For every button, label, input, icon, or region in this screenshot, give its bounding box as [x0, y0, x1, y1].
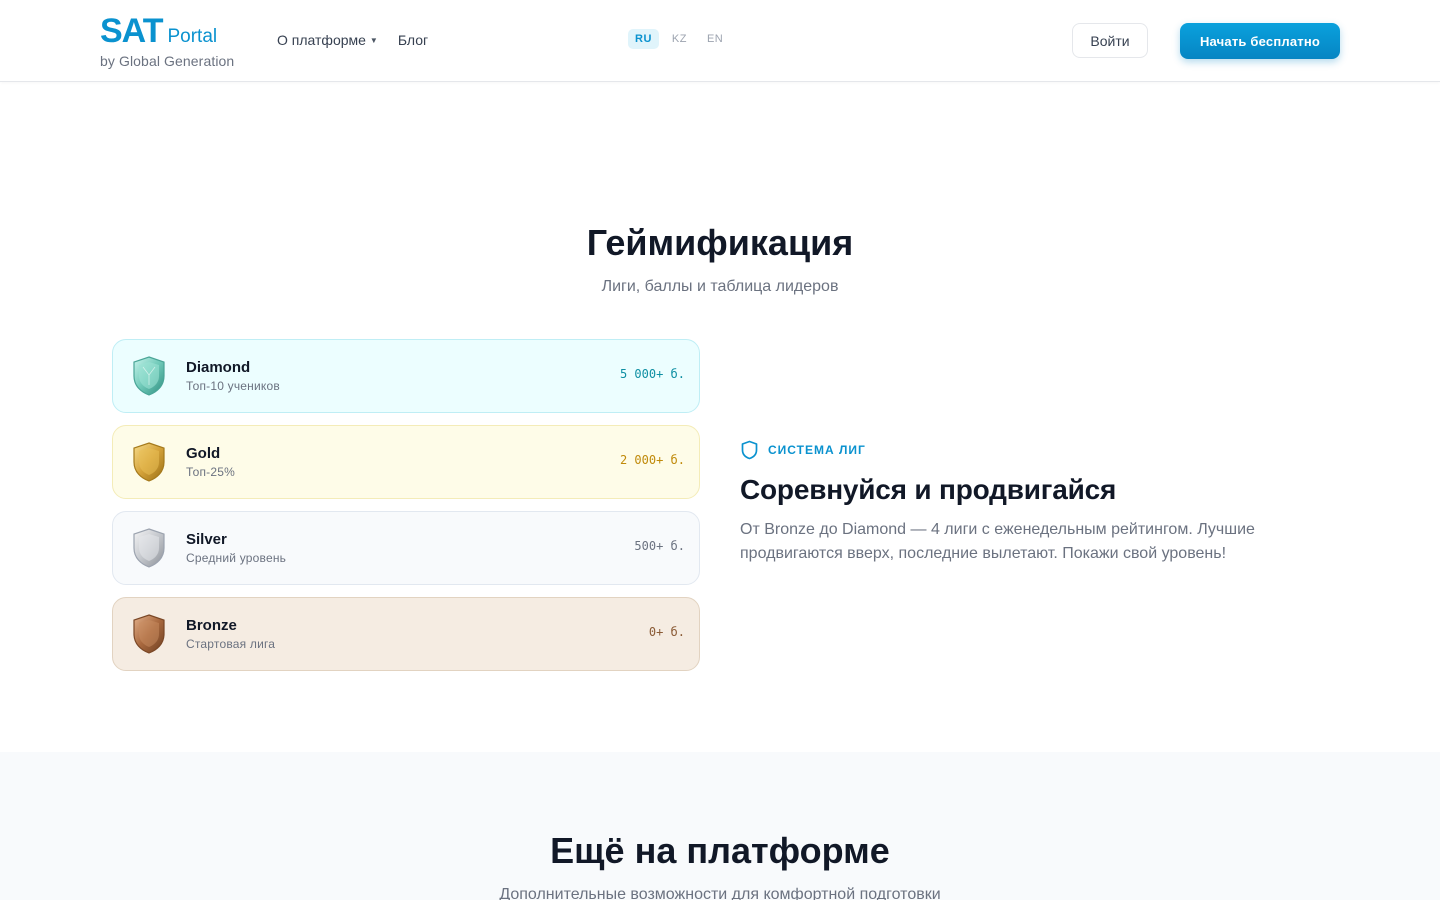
- logo-sat: SAT: [100, 12, 163, 50]
- league-points: 0+ б.: [648, 625, 685, 639]
- league-card-diamond: Diamond Топ-10 учеников 5 000+ б.: [112, 339, 700, 413]
- league-points: 2 000+ б.: [619, 453, 685, 467]
- nav-blog-label: Блог: [397, 32, 429, 48]
- chevron-down-icon: ▼: [369, 35, 378, 45]
- league-name: Silver: [186, 531, 227, 548]
- gamification-subtitle: Лиги, баллы и таблица лидеров: [601, 278, 839, 295]
- login-button[interactable]: Войти: [1072, 23, 1148, 58]
- start-free-button[interactable]: Начать бесплатно: [1180, 23, 1340, 59]
- league-points: 5 000+ б.: [619, 367, 685, 381]
- league-desc: Стартовая лига: [186, 637, 276, 651]
- league-desc: Средний уровень: [186, 551, 287, 565]
- more-section: Ещё на платформе Дополнительные возможно…: [0, 752, 1440, 900]
- lang-ru[interactable]: RU: [628, 29, 659, 49]
- bronze-shield-icon: [133, 614, 165, 654]
- diamond-shield-icon: [133, 356, 165, 396]
- lang-en[interactable]: EN: [700, 29, 730, 49]
- feature-title: Соревнуйся и продвигайся: [740, 474, 1117, 505]
- league-name: Bronze: [186, 617, 237, 634]
- league-name: Gold: [186, 445, 221, 462]
- nav-blog[interactable]: Блог: [398, 32, 428, 48]
- more-subtitle: Дополнительные возможности для комфортно…: [499, 886, 941, 900]
- gamification-title: Геймификация: [586, 222, 854, 263]
- league-desc: Топ-10 учеников: [186, 379, 280, 393]
- site-header: SAT Portal by Global Generation О платфо…: [0, 0, 1440, 82]
- league-card-bronze: Bronze Стартовая лига 0+ б.: [112, 597, 700, 671]
- nav-about-label: О платформе: [277, 32, 366, 48]
- logo-portal: Portal: [167, 26, 218, 47]
- league-system-feature: СИСТЕМА ЛИГ Соревнуйся и продвигайся От …: [740, 440, 1340, 566]
- lang-kz[interactable]: KZ: [665, 29, 694, 49]
- logo[interactable]: SAT Portal by Global Generation: [100, 14, 234, 69]
- league-desc: Топ-25%: [186, 465, 235, 479]
- silver-shield-icon: [133, 528, 165, 568]
- language-switcher: RU KZ EN: [628, 29, 730, 49]
- main-nav: О платформе ▼ Блог: [277, 32, 428, 48]
- league-points: 500+ б.: [634, 539, 685, 553]
- feature-label-text: СИСТЕМА ЛИГ: [768, 443, 866, 457]
- league-name: Diamond: [186, 359, 251, 376]
- feature-label: СИСТЕМА ЛИГ: [740, 440, 1340, 460]
- more-title: Ещё на платформе: [550, 830, 890, 871]
- league-card-gold: Gold Топ-25% 2 000+ б.: [112, 425, 700, 499]
- league-card-silver: Silver Средний уровень 500+ б.: [112, 511, 700, 585]
- feature-text: От Bronze до Diamond — 4 лиги с еженедел…: [740, 521, 1255, 562]
- nav-about[interactable]: О платформе ▼: [277, 32, 378, 48]
- logo-byline: by Global Generation: [100, 53, 235, 69]
- gold-shield-icon: [133, 442, 165, 482]
- shield-icon: [741, 440, 758, 460]
